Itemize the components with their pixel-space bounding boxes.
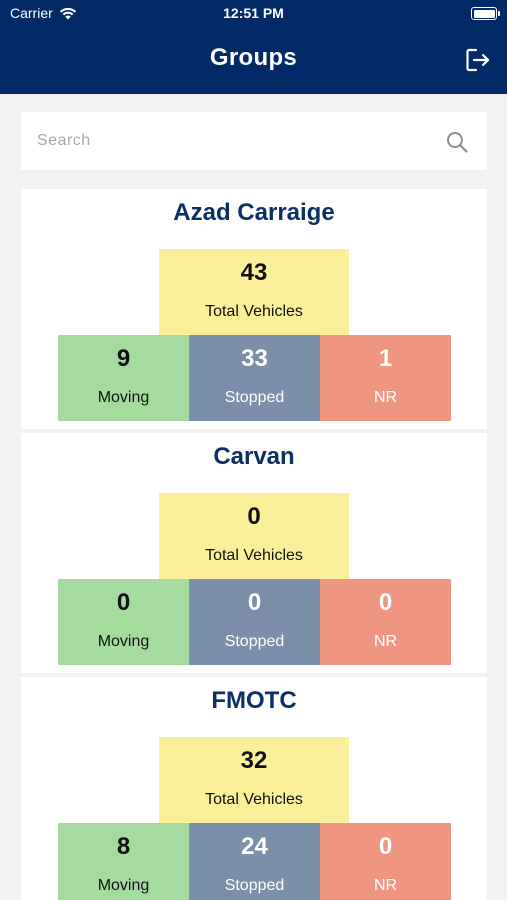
moving-count: 8 [116, 833, 131, 860]
moving-count: 9 [116, 345, 131, 372]
stopped-count: 24 [241, 833, 268, 860]
nr-tile[interactable]: 0 NR [320, 823, 451, 900]
group-card[interactable]: Carvan 0 Total Vehicles 0 Moving 0 Stopp… [21, 433, 487, 673]
group-name: FMOTC [211, 687, 297, 714]
total-vehicles-count: 0 [247, 503, 261, 530]
moving-label: Moving [97, 389, 150, 406]
group-name: Carvan [213, 443, 295, 470]
group-card[interactable]: Azad Carraige 43 Total Vehicles 9 Moving… [21, 189, 487, 429]
nav-header: Carrier 12:51 PM Groups [0, 0, 507, 94]
moving-tile[interactable]: 9 Moving [58, 335, 189, 421]
stopped-label: Stopped [224, 389, 285, 406]
stopped-label: Stopped [224, 877, 285, 894]
nr-label: NR [373, 877, 398, 894]
nr-count: 0 [378, 833, 393, 860]
moving-label: Moving [97, 877, 150, 894]
total-vehicles-count: 43 [240, 259, 268, 286]
nr-tile[interactable]: 1 NR [320, 335, 451, 421]
page-title: Groups [209, 44, 298, 71]
total-vehicles-count: 32 [240, 747, 268, 774]
total-vehicles-label: Total Vehicles [205, 547, 303, 564]
stopped-tile[interactable]: 24 Stopped [189, 823, 320, 900]
nr-label: NR [373, 389, 398, 406]
moving-label: Moving [97, 633, 150, 650]
total-vehicles-tile: 43 Total Vehicles [159, 249, 349, 335]
moving-count: 0 [116, 589, 131, 616]
total-vehicles-tile: 0 Total Vehicles [159, 493, 349, 579]
nr-count: 1 [378, 345, 393, 372]
total-vehicles-label: Total Vehicles [205, 303, 303, 320]
search-bar [21, 112, 487, 170]
battery-icon [471, 7, 500, 20]
total-vehicles-tile: 32 Total Vehicles [159, 737, 349, 823]
stopped-count: 0 [247, 589, 262, 616]
search-input[interactable] [37, 112, 437, 170]
clock: 12:51 PM [223, 5, 284, 21]
nr-count: 0 [378, 589, 393, 616]
search-icon[interactable] [445, 130, 469, 154]
stopped-label: Stopped [224, 633, 285, 650]
moving-tile[interactable]: 8 Moving [58, 823, 189, 900]
group-name: Azad Carraige [173, 199, 335, 226]
stopped-count: 33 [241, 345, 268, 372]
stopped-tile[interactable]: 33 Stopped [189, 335, 320, 421]
stopped-tile[interactable]: 0 Stopped [189, 579, 320, 665]
group-card[interactable]: FMOTC 32 Total Vehicles 8 Moving 24 Stop… [21, 677, 487, 900]
total-vehicles-label: Total Vehicles [205, 791, 303, 808]
nr-tile[interactable]: 0 NR [320, 579, 451, 665]
status-bar: Carrier 12:51 PM [0, 0, 507, 28]
nr-label: NR [373, 633, 398, 650]
moving-tile[interactable]: 0 Moving [58, 579, 189, 665]
logout-icon[interactable] [465, 47, 491, 73]
